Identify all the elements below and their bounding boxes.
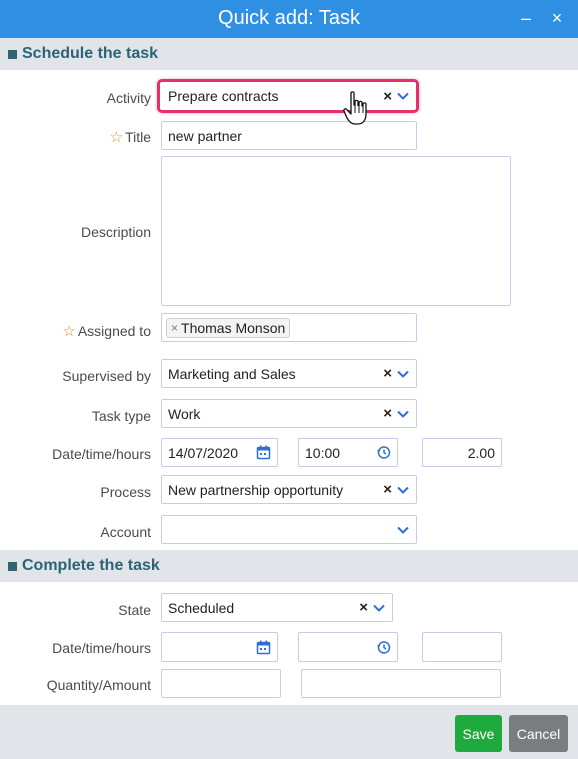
task-type-select[interactable]: Work × [161,399,417,428]
state-label: State [118,602,151,618]
date-value: 14/07/2020 [168,444,239,461]
assigned-label-text: Assigned to [77,323,151,339]
amount-input[interactable] [301,669,501,698]
process-clear-icon[interactable]: × [383,481,392,498]
time-value: 10:00 [305,444,341,461]
quantity-label: Quantity/Amount [46,677,151,693]
save-button[interactable]: Save [455,715,502,752]
assignee-tag: × Thomas Monson [166,317,291,338]
chevron-down-icon[interactable] [396,483,410,497]
section-square-icon [8,562,17,571]
chevron-down-icon[interactable] [396,367,410,381]
state-clear-icon[interactable]: × [359,599,368,616]
required-star-icon: ☆ [109,129,124,146]
calendar-icon[interactable] [256,640,271,655]
state-value: Scheduled [168,599,235,616]
assigned-to-multiselect[interactable]: × Thomas Monson [161,313,417,342]
section-square-icon [8,50,17,59]
tasktype-clear-icon[interactable]: × [383,405,392,422]
activity-highlight-frame [157,79,419,113]
time-history-icon[interactable] [376,445,391,460]
required-star-icon: ☆ [62,323,76,340]
quantity-input[interactable] [161,669,281,698]
description-label: Description [80,224,151,240]
state-select[interactable]: Scheduled × [161,593,393,622]
dialog-titlebar: Quick add: Task – × [0,0,578,38]
time-history-icon[interactable] [376,640,391,655]
account-label: Account [100,524,151,540]
hours-value: 2.00 [467,444,495,461]
title-input[interactable]: new partner [161,121,417,150]
supervised-by-select[interactable]: Marketing and Sales × [161,359,417,388]
title-value: new partner [168,127,242,144]
date-input[interactable]: 14/07/2020 [161,438,278,467]
time2-input[interactable] [298,632,398,662]
calendar-icon[interactable] [256,445,271,460]
description-textarea[interactable] [161,156,511,306]
title-label-text: Title [125,129,151,145]
time-input[interactable]: 10:00 [298,438,398,467]
chevron-down-icon[interactable] [396,523,410,537]
hours-input[interactable]: 2.00 [422,438,502,467]
title-label: ☆ Title [110,128,151,146]
process-value: New partnership opportunity [168,481,344,498]
section-complete-label: Complete the task [22,557,160,574]
minimize-button[interactable]: – [516,6,536,30]
section-schedule-label: Schedule the task [22,45,159,62]
section-complete: Complete the task [0,550,578,582]
activity-label: Activity [106,90,151,106]
hours2-input[interactable] [422,632,502,662]
supervised-clear-icon[interactable]: × [383,365,392,382]
process-label: Process [100,484,151,500]
supervised-label: Supervised by [62,368,151,384]
tag-remove-icon[interactable]: × [171,321,178,335]
chevron-down-icon[interactable] [396,407,410,421]
cancel-button[interactable]: Cancel [509,715,568,752]
tasktype-value: Work [168,405,201,422]
tasktype-label: Task type [91,408,151,424]
assignee-tag-label: Thomas Monson [181,319,286,336]
dialog-title: Quick add: Task [218,7,360,29]
datetime-label: Date/time/hours [52,446,151,462]
section-schedule: Schedule the task [0,38,578,70]
hand-cursor-icon [343,91,367,125]
supervised-value: Marketing and Sales [168,365,296,382]
close-button[interactable]: × [547,6,567,30]
date2-input[interactable] [161,632,278,662]
datetime2-label: Date/time/hours [52,640,151,656]
account-select[interactable] [161,515,417,544]
process-select[interactable]: New partnership opportunity × [161,475,417,504]
chevron-down-icon[interactable] [372,601,386,615]
assigned-label: ☆ Assigned to [62,322,151,340]
